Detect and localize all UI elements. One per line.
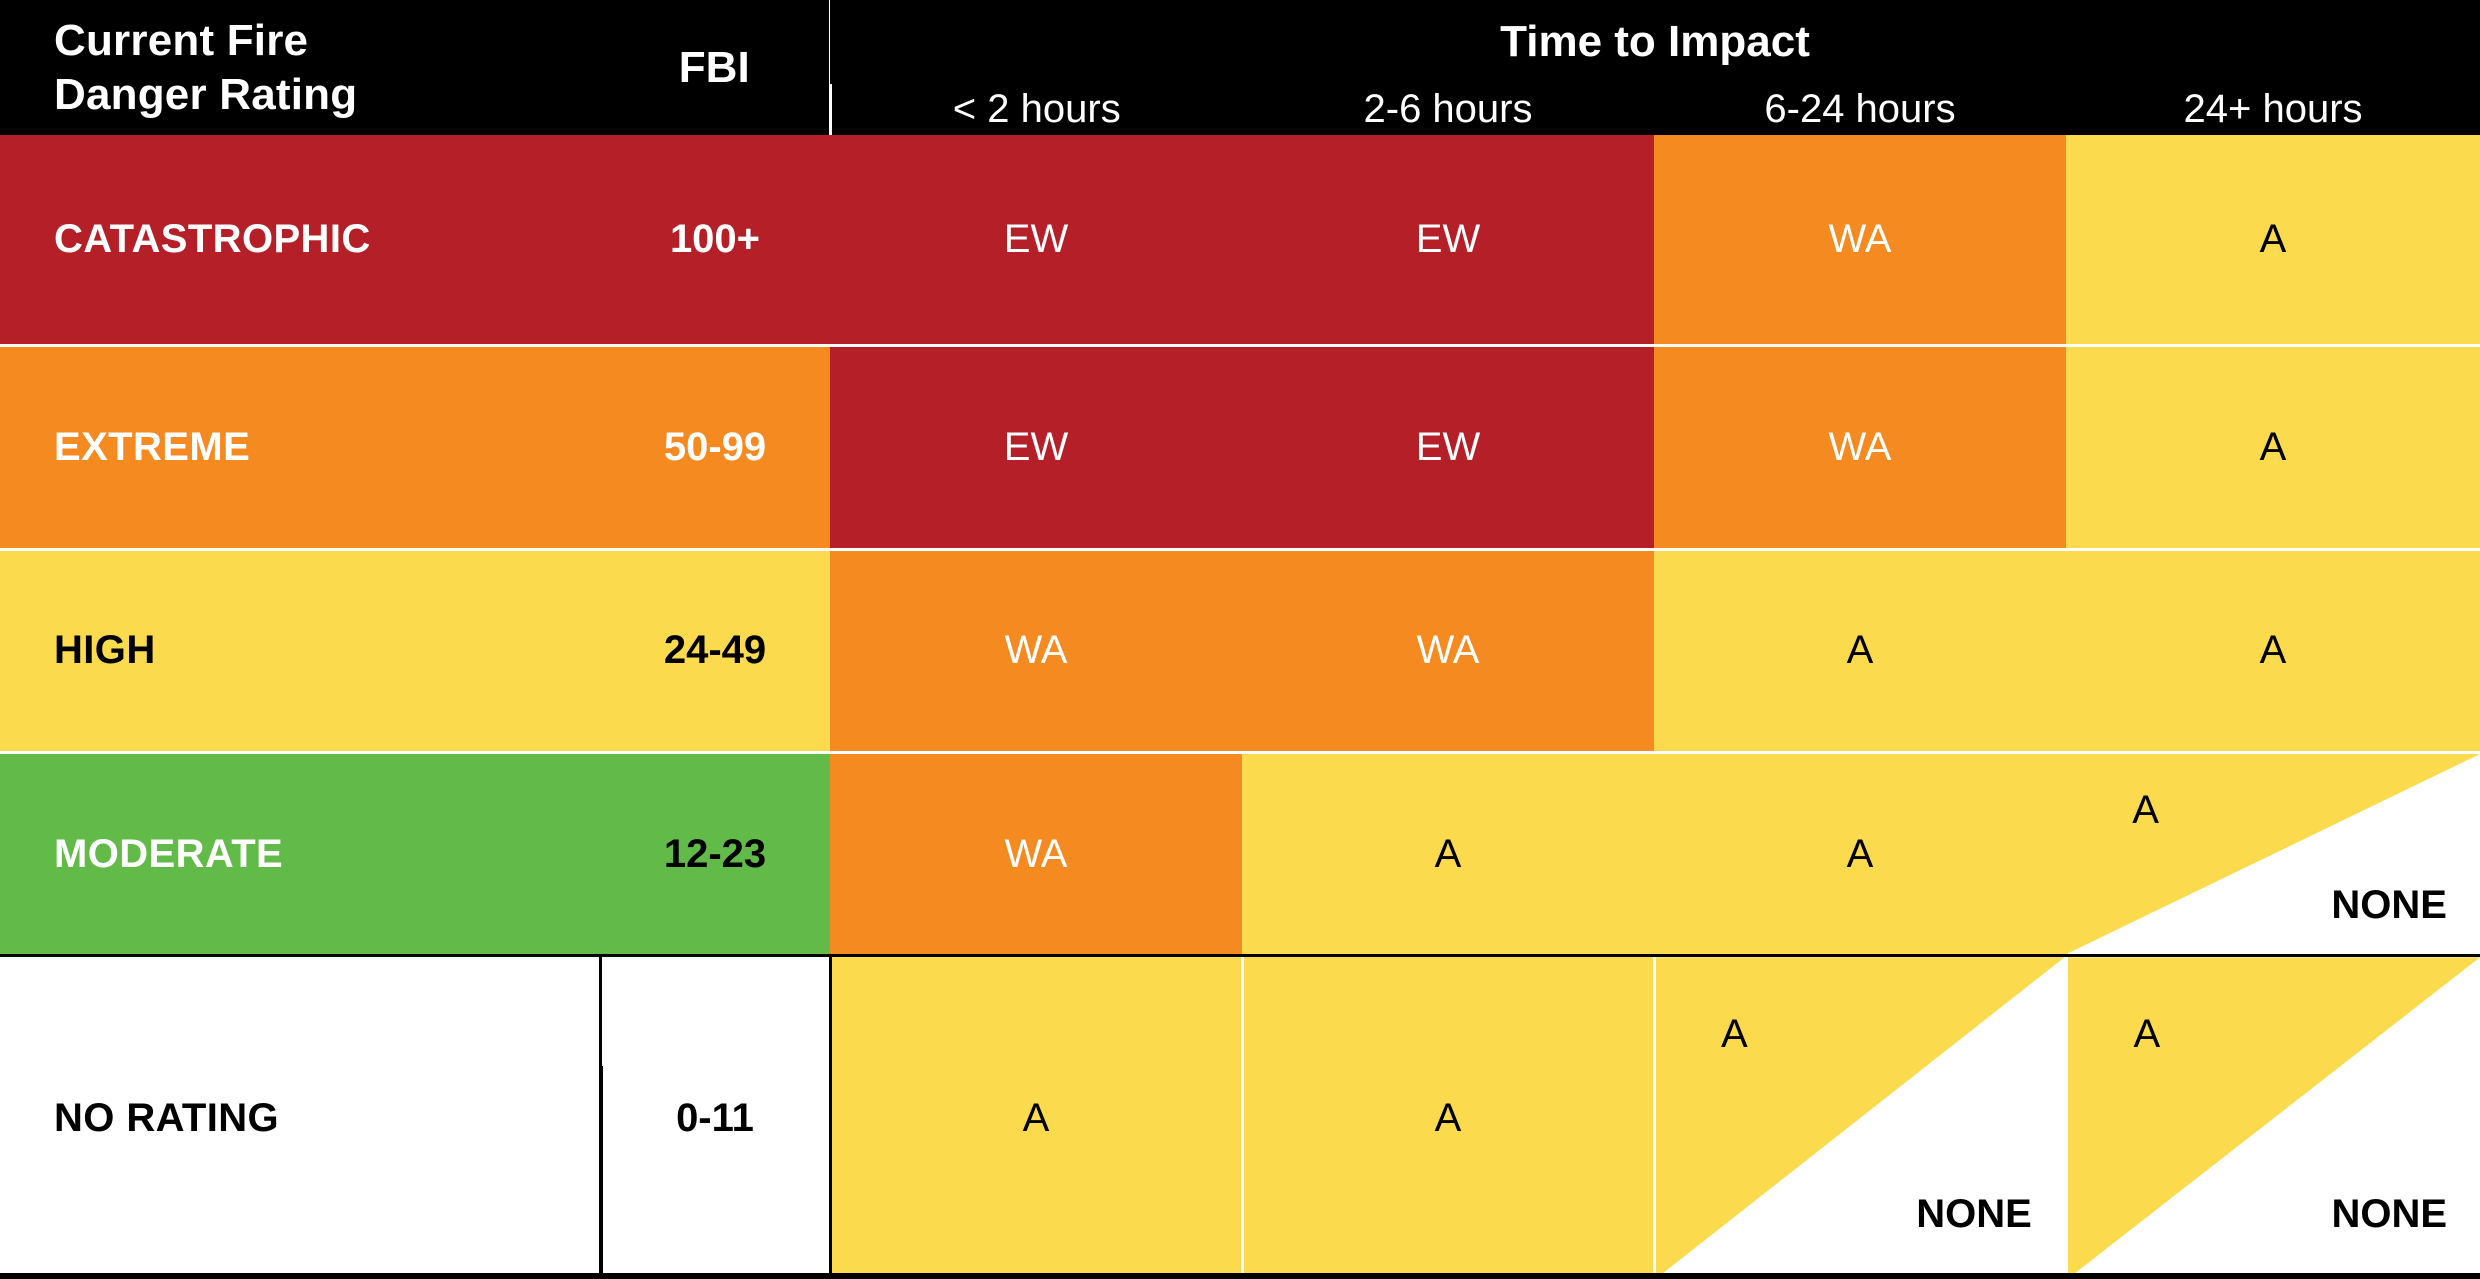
cell-extreme-lt2h: EW (830, 344, 1242, 550)
table-row: HIGH 24-49 WA WA A A (0, 547, 2480, 753)
cell-high-lt2h: WA (830, 547, 1242, 753)
fire-danger-matrix: Current Fire Danger Rating FBI Time to I… (0, 0, 2480, 1279)
table-bottom-rule (0, 1273, 2480, 1279)
cell-catastrophic-lt2h: EW (830, 135, 1242, 346)
cell-extreme-2to6h: EW (1242, 344, 1654, 550)
cell-moderate-2to6h: A (1242, 750, 1654, 956)
row-fbi-catastrophic: 100+ (600, 135, 830, 346)
header-fbi: FBI (600, 0, 830, 135)
cell-high-24plus: A (2066, 547, 2480, 753)
table-row: MODERATE 12-23 WA A A A NONE (0, 750, 2480, 956)
header-time-to-impact: Time to Impact (830, 0, 2480, 84)
header-rating-line1: Current Fire (54, 15, 309, 65)
row-label-extreme: EXTREME (0, 344, 600, 550)
cell-extreme-6to24h: WA (1654, 344, 2066, 550)
cell-high-2to6h: WA (1242, 547, 1654, 753)
cell-moderate-24plus-split: A NONE (2066, 750, 2480, 956)
row-fbi-moderate: 12-23 (600, 750, 830, 956)
header-current-fire-danger-rating: Current Fire Danger Rating (0, 0, 600, 135)
cell-catastrophic-2to6h: EW (1242, 135, 1654, 346)
table-row: EXTREME 50-99 EW EW WA A (0, 344, 2480, 550)
cell-no-rating-6to24h-lower: NONE (1916, 1192, 2032, 1237)
table-body: CATASTROPHIC 100+ EW EW WA A EXTREME 50-… (0, 135, 2480, 1279)
table-row: CATASTROPHIC 100+ EW EW WA A (0, 135, 2480, 346)
row-label-no-rating: NO RATING (0, 954, 600, 1279)
row-label-high: HIGH (0, 547, 600, 753)
header-rating-line2: Danger Rating (54, 69, 358, 119)
fire-danger-table: Current Fire Danger Rating FBI Time to I… (0, 0, 2480, 1279)
cell-moderate-6to24h: A (1654, 750, 2066, 956)
header-time-col-0: < 2 hours (828, 84, 1242, 135)
header-time-col-3: 24+ hours (2066, 84, 2480, 135)
row-label-catastrophic: CATASTROPHIC (0, 135, 600, 346)
no-rating-column-divider (600, 1066, 603, 1273)
cell-no-rating-24plus-lower: NONE (2331, 1192, 2448, 1237)
cell-no-rating-6to24h-split: A NONE (1652, 954, 2066, 1279)
cell-moderate-24plus-lower: NONE (2331, 883, 2447, 928)
cell-moderate-24plus-upper: A (2132, 788, 2159, 833)
cell-extreme-24plus: A (2066, 344, 2480, 550)
cell-high-6to24h: A (1654, 547, 2066, 753)
cell-catastrophic-24plus: A (2066, 135, 2480, 346)
table-row: NO RATING 0-11 A A A NONE A NONE (0, 954, 2480, 1279)
cell-no-rating-2to6h: A (1240, 954, 1654, 1279)
row-fbi-high: 24-49 (600, 547, 830, 753)
row-fbi-extreme: 50-99 (600, 344, 830, 550)
header-row-top: Current Fire Danger Rating FBI Time to I… (0, 0, 2480, 135)
table-header: Current Fire Danger Rating FBI Time to I… (0, 0, 2480, 135)
cell-moderate-lt2h: WA (830, 750, 1242, 956)
row-label-moderate: MODERATE (0, 750, 600, 956)
header-time-col-1: 2-6 hours (1242, 84, 1654, 135)
cell-catastrophic-6to24h: WA (1654, 135, 2066, 346)
row-fbi-no-rating: 0-11 (598, 954, 830, 1279)
cell-no-rating-24plus-split: A NONE (2064, 954, 2480, 1279)
cell-no-rating-6to24h-upper: A (1720, 1011, 1748, 1056)
header-time-col-2: 6-24 hours (1654, 84, 2066, 135)
cell-no-rating-24plus-upper: A (2133, 1011, 2161, 1056)
cell-no-rating-lt2h: A (828, 954, 1242, 1279)
